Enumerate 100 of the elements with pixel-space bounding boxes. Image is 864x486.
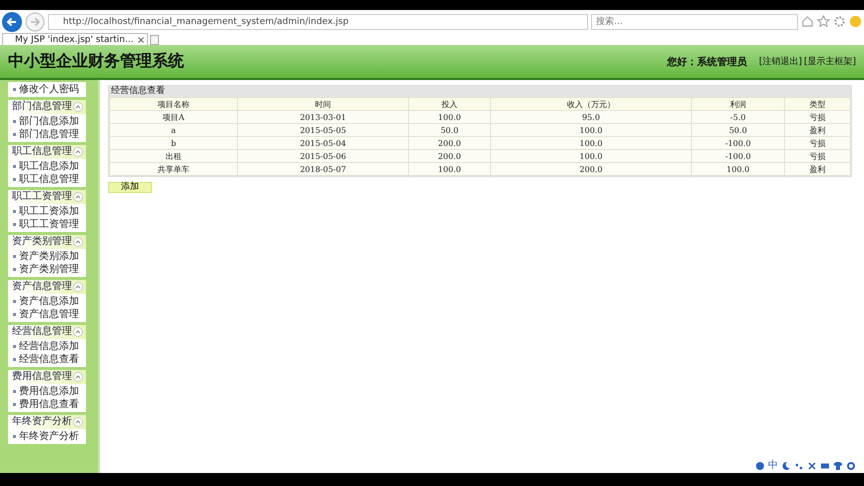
system-title: 中小型企业财务管理系统 [8,51,185,72]
table-cell: 2013-03-01 [238,110,408,124]
table-cell: -5.0 [692,110,784,124]
circle-icon[interactable] [755,461,765,471]
menu-item[interactable]: 费用信息查看 [11,398,86,411]
menu-group-header[interactable]: 部门信息管理 [8,100,86,114]
menu-group-title: 经营信息管理 [12,326,72,338]
table-cell: 95.0 [490,110,692,124]
menu-item[interactable]: 资产类别添加 [11,250,86,263]
menu-group-header[interactable]: 年终资产分析 [8,415,86,429]
table-cell: 200.0 [408,136,490,150]
menu-item[interactable]: 资产信息管理 [11,308,86,321]
header-link[interactable]: [显示主框架] [804,55,856,68]
back-icon[interactable] [2,12,22,32]
bullet-icon [13,210,16,213]
collapse-icon[interactable] [73,192,83,202]
menu-item[interactable]: 职工信息管理 [11,173,86,186]
settings-icon[interactable] [833,15,846,28]
menu-group-header[interactable]: 职工信息管理 [8,145,86,159]
search-field[interactable]: 搜索... [591,14,798,30]
table-cell: 200.0 [408,150,490,162]
menu-item-text: 修改个人密码 [19,84,79,96]
table-cell: 200.0 [490,162,692,176]
table-cell: 亏损 [784,150,850,162]
moon-icon[interactable] [781,461,791,471]
bullet-icon [13,300,16,303]
menu-item[interactable]: 资产信息添加 [11,295,86,308]
bullet-icon [13,133,16,136]
column-header: 收入（万元） [490,98,692,110]
menu-item[interactable]: 部门信息添加 [11,115,86,128]
table-cell: 100.0 [408,162,490,176]
menu-item-text: 费用信息查看 [19,398,79,410]
table-cell: 2015-05-05 [238,124,408,136]
menu-item-text: 经营信息查看 [19,354,79,366]
close-icon[interactable] [138,36,144,42]
menu-group-header[interactable]: 资产类别管理 [8,235,86,249]
bullet-icon [13,345,16,348]
collapse-icon[interactable] [73,372,83,382]
browser-tab[interactable]: My JSP 'index.jsp' startin... [2,33,148,45]
menu-item-text: 资产类别管理 [19,264,79,276]
collapse-icon[interactable] [73,282,83,292]
menu-item-text: 经营信息添加 [19,340,79,352]
header-link[interactable]: [注销退出] [758,55,802,68]
bullet-icon [13,268,16,271]
keyboard-icon[interactable] [820,461,830,471]
add-button[interactable]: 添加 [108,182,152,193]
menu-item[interactable]: 费用信息添加 [11,385,86,398]
dots-icon[interactable] [794,461,804,471]
column-header: 利润 [692,98,784,110]
collapse-icon[interactable] [73,417,83,427]
menu-group-header[interactable]: 职工工资管理 [8,190,86,204]
menu-item[interactable]: 职工工资添加 [11,205,86,218]
menu-group-title: 部门信息管理 [12,101,72,113]
shirt-icon[interactable] [833,461,843,471]
menu-item[interactable]: 职工信息添加 [11,160,86,173]
column-header: 类型 [784,98,850,110]
input-mode-text[interactable]: 中 [768,460,778,472]
table-cell: 50.0 [408,124,490,136]
menu-group-header[interactable]: 资产信息管理 [8,280,86,294]
menu-group-header[interactable]: 经营信息管理 [8,325,86,339]
column-header: 投入 [408,98,490,110]
bullet-icon [13,223,16,226]
scissors-icon[interactable] [807,461,817,471]
menu-item[interactable]: 资产类别管理 [11,263,86,276]
bullet-icon [13,255,16,258]
collapse-icon[interactable] [73,102,83,112]
collapse-icon[interactable] [73,327,83,337]
menu-group-header[interactable]: 费用信息管理 [8,370,86,384]
bullet-icon [13,120,16,123]
table-cell: 出租 [110,150,238,162]
menu-item[interactable]: 经营信息添加 [11,340,86,353]
new-tab-icon[interactable] [150,35,159,45]
table-cell: -100.0 [692,150,784,162]
menu-item-text: 资产信息管理 [19,308,79,320]
table-cell: 亏损 [784,110,850,124]
collapse-icon[interactable] [73,147,83,157]
collapse-icon[interactable] [73,237,83,247]
table-cell: 100.0 [408,110,490,124]
menu-item[interactable]: 职工工资管理 [11,218,86,231]
menu-item[interactable]: 年终资产分析 [11,430,86,443]
bullet-icon [13,178,16,181]
menu-item-text: 部门信息添加 [19,116,79,128]
home-icon[interactable] [801,15,814,28]
table-cell: 100.0 [490,150,692,162]
bullet-icon [13,390,16,393]
table-cell: 盈利 [784,162,850,176]
greeting-text: 您好：系统管理员 [666,56,747,68]
menu-group-title: 职工信息管理 [12,146,72,158]
table-cell: -100.0 [692,136,784,150]
table-cell: a [110,124,238,136]
bullet-icon [13,358,16,361]
menu-item[interactable]: 部门信息管理 [11,128,86,141]
address-bar[interactable]: http://localhost/financial_management_system/admin/index.jsp [48,14,588,30]
menu-item[interactable]: 经营信息查看 [11,353,86,366]
star-icon[interactable] [817,15,830,28]
menu-item[interactable]: 修改个人密码 [11,83,86,96]
table-cell: 100.0 [692,162,784,176]
bullet-icon [13,435,16,438]
menu-group-title: 资产类别管理 [12,236,72,248]
menu-item-text: 资产信息添加 [19,296,79,308]
